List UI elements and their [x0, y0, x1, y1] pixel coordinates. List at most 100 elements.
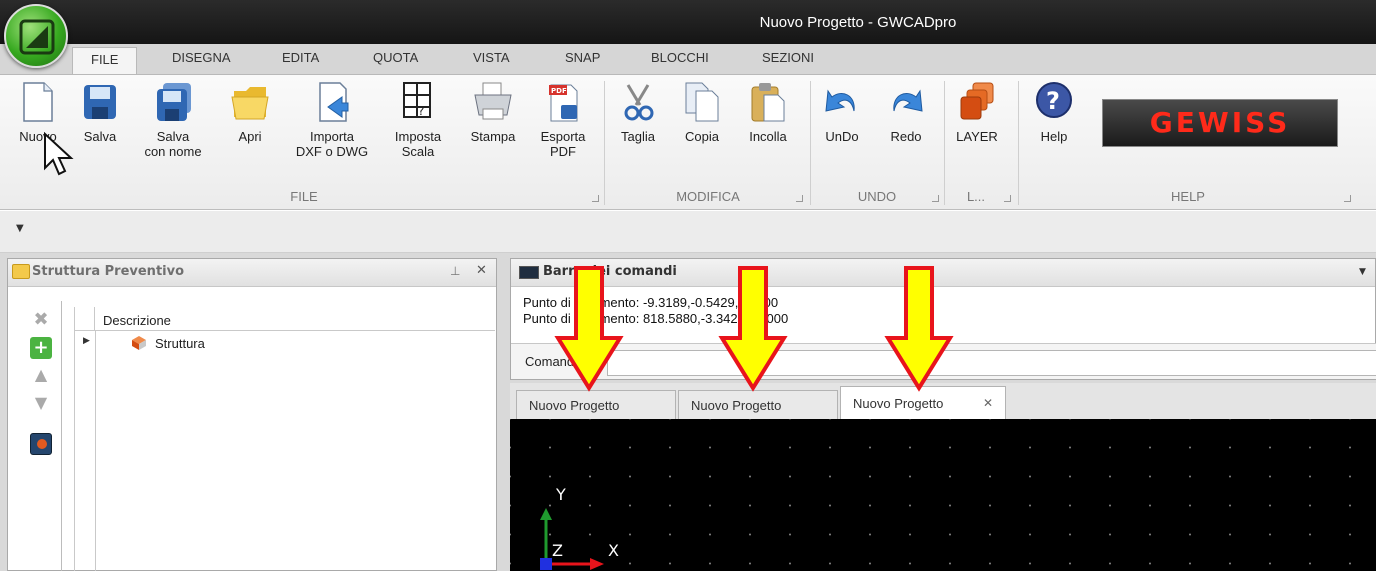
- gewiss-logo: GEWISS: [1102, 99, 1338, 147]
- undo-icon: [822, 81, 862, 123]
- app-menu-button[interactable]: [4, 4, 68, 68]
- panel-header: Struttura Preventivo ⊥ ✕: [8, 259, 496, 287]
- esporta-pdf-button[interactable]: PDF Esporta PDF: [534, 81, 592, 159]
- column-header-descrizione[interactable]: Descrizione: [103, 313, 171, 328]
- tab-quota[interactable]: QUOTA: [373, 50, 418, 65]
- importa-label-1: Importa: [309, 129, 355, 144]
- group-separator: [810, 81, 811, 205]
- stampa-label: Stampa: [470, 129, 516, 144]
- document-tab-label: Nuovo Progetto: [853, 396, 944, 411]
- ribbon-tab-row: FILE DISEGNA EDITA QUOTA VISTA SNAP BLOC…: [0, 44, 1376, 75]
- panel-toolbar: ✖ + ▲ ▼: [22, 301, 62, 571]
- svg-text:PDF: PDF: [551, 87, 567, 95]
- file-group-launcher[interactable]: [592, 195, 599, 202]
- incolla-label: Incolla: [749, 129, 787, 144]
- salva-con-nome-button[interactable]: Salva con nome: [140, 81, 206, 159]
- add-icon[interactable]: +: [30, 337, 52, 359]
- report-icon[interactable]: [30, 433, 52, 455]
- open-folder-icon: [230, 81, 270, 123]
- apri-button[interactable]: Apri: [228, 81, 272, 144]
- document-tab[interactable]: Nuovo Progetto: [678, 390, 838, 419]
- save-as-icon: [153, 81, 193, 123]
- imposta-label-1: Imposta: [394, 129, 442, 144]
- gewiss-logo-text: GEWISS: [1149, 106, 1291, 139]
- svg-text:?: ?: [418, 104, 424, 118]
- grid-header: Descrizione: [75, 307, 495, 331]
- undo-label: UnDo: [825, 129, 859, 144]
- stampa-button[interactable]: Stampa: [466, 81, 520, 144]
- importa-dxf-dwg-button[interactable]: Importa DXF o DWG: [292, 81, 372, 159]
- document-tab-label: Nuovo Progetto: [529, 398, 620, 413]
- salva-label: Salva: [83, 129, 117, 144]
- group-label-layer: L...: [966, 189, 986, 204]
- document-tab[interactable]: Nuovo Progetto: [516, 390, 676, 419]
- tab-vista[interactable]: VISTA: [473, 50, 510, 65]
- move-up-icon[interactable]: ▲: [30, 365, 52, 387]
- struttura-preventivo-panel: Struttura Preventivo ⊥ ✕ ✖ + ▲ ▼ Descriz…: [7, 258, 497, 571]
- apri-label: Apri: [238, 129, 262, 144]
- printer-icon: [473, 81, 513, 123]
- taglia-button[interactable]: Taglia: [616, 81, 660, 144]
- tab-blocchi[interactable]: BLOCCHI: [651, 50, 709, 65]
- group-separator: [944, 81, 945, 205]
- undo-button[interactable]: UnDo: [820, 81, 864, 144]
- structure-cube-icon: [131, 335, 147, 351]
- customize-dropdown-icon[interactable]: ▼: [16, 223, 24, 234]
- help-icon: ?: [1034, 81, 1074, 123]
- pin-icon[interactable]: ⊥: [450, 264, 460, 278]
- taglia-label: Taglia: [621, 129, 655, 144]
- copia-button[interactable]: Copia: [680, 81, 724, 144]
- annotation-arrow-icon: [718, 266, 788, 392]
- chevron-down-icon[interactable]: ▼: [1359, 267, 1366, 277]
- layers-icon: [957, 81, 997, 123]
- salva-button[interactable]: Salva: [80, 81, 120, 144]
- copia-label: Copia: [685, 129, 719, 144]
- redo-button[interactable]: Redo: [884, 81, 928, 144]
- tab-snap[interactable]: SNAP: [565, 50, 600, 65]
- annotation-arrow-icon: [554, 266, 624, 392]
- undo-group-launcher[interactable]: [932, 195, 939, 202]
- title-bar: Nuovo Progetto - GWCADpro: [0, 0, 1376, 44]
- window-title: Nuovo Progetto - GWCADpro: [759, 14, 957, 31]
- help-button[interactable]: ? Help: [1034, 81, 1074, 144]
- import-icon: [312, 81, 352, 123]
- table-row[interactable]: ▶ Struttura: [75, 333, 495, 355]
- grid-header-indicator: [75, 307, 95, 331]
- group-label-undo: UNDO: [857, 189, 897, 204]
- grid-column-line: [95, 331, 96, 571]
- tab-disegna[interactable]: DISEGNA: [172, 50, 231, 65]
- layer-button[interactable]: LAYER: [952, 81, 1002, 144]
- delete-icon[interactable]: ✖: [30, 309, 52, 331]
- move-down-icon[interactable]: ▼: [30, 393, 52, 415]
- new-document-icon: [18, 81, 58, 123]
- tab-file[interactable]: FILE: [72, 47, 138, 75]
- tab-sezioni[interactable]: SEZIONI: [762, 50, 814, 65]
- annotation-arrow-icon: [884, 266, 954, 392]
- help-group-launcher[interactable]: [1344, 195, 1351, 202]
- imposta-label-2: Scala: [401, 144, 435, 159]
- imposta-scala-button[interactable]: ? Imposta Scala: [390, 81, 446, 159]
- document-tab-label: Nuovo Progetto: [691, 398, 782, 413]
- modifica-group-launcher[interactable]: [796, 195, 803, 202]
- group-separator: [604, 81, 605, 205]
- close-icon[interactable]: ✕: [476, 263, 487, 278]
- scissors-icon: [618, 81, 658, 123]
- salva-con-nome-label-1: Salva: [156, 129, 190, 144]
- z-axis-label: Z: [552, 541, 563, 560]
- panel-title: Struttura Preventivo: [32, 264, 185, 279]
- save-icon: [80, 81, 120, 123]
- layer-group-launcher[interactable]: [1004, 195, 1011, 202]
- terminal-icon: [519, 266, 539, 279]
- incolla-button[interactable]: Incolla: [744, 81, 792, 144]
- expand-arrow-icon[interactable]: ▶: [83, 336, 90, 346]
- close-tab-icon[interactable]: ✕: [983, 396, 993, 410]
- pdf-export-icon: PDF: [543, 81, 583, 123]
- folder-icon: [12, 264, 30, 279]
- row-label: Struttura: [155, 336, 205, 351]
- tab-edita[interactable]: EDITA: [282, 50, 319, 65]
- group-label-modifica: MODIFICA: [676, 189, 740, 204]
- layer-label: LAYER: [956, 129, 998, 144]
- redo-icon: [886, 81, 926, 123]
- svg-text:?: ?: [1046, 87, 1060, 115]
- copy-icon: [682, 81, 722, 123]
